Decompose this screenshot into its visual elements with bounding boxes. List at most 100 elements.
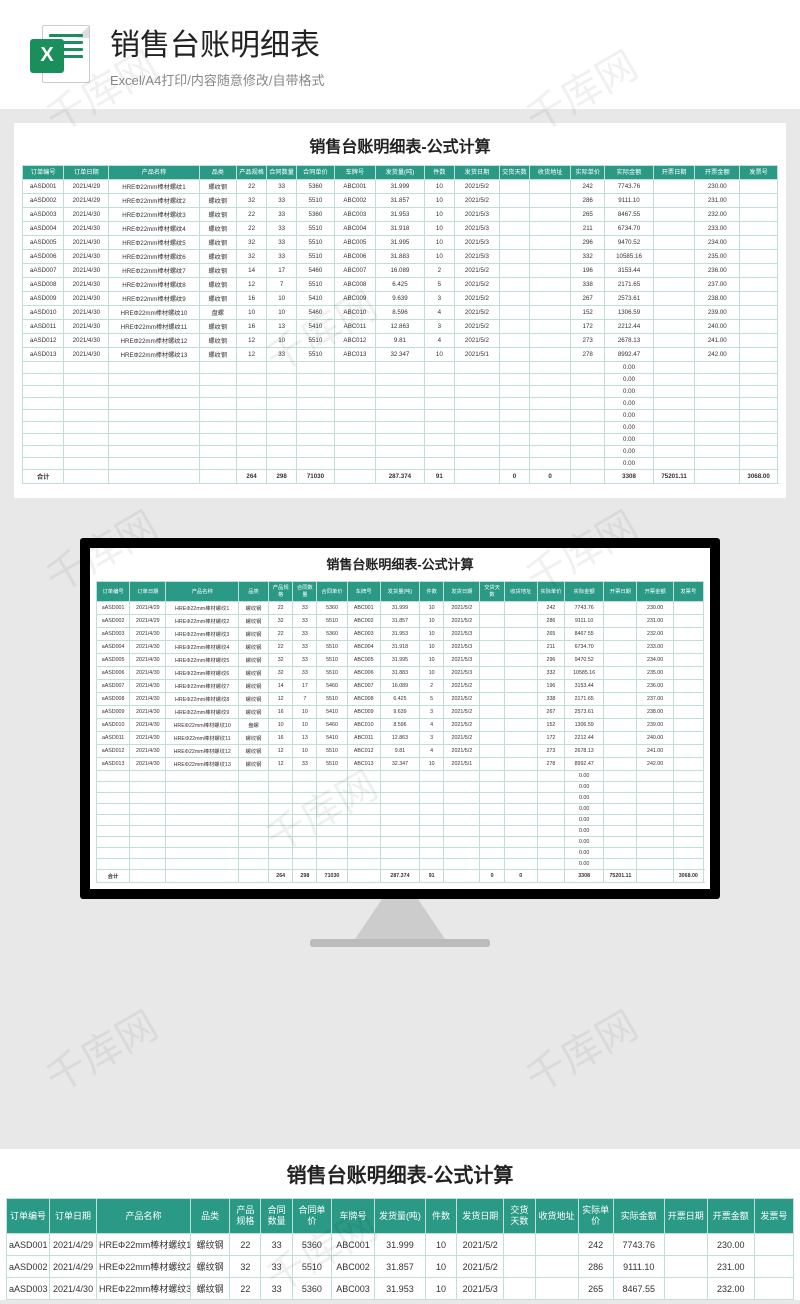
cell xyxy=(695,362,740,374)
cell: aASD009 xyxy=(23,292,64,306)
cell: 0.00 xyxy=(565,782,604,793)
totals-cell xyxy=(130,870,166,883)
cell: 螺纹钢 xyxy=(238,732,268,745)
cell xyxy=(740,374,778,386)
cell xyxy=(334,410,375,422)
cell xyxy=(97,771,130,782)
cell: HREΦ22mm棒材螺纹3 xyxy=(97,1278,191,1300)
column-header: 发票号 xyxy=(673,582,703,602)
cell xyxy=(454,446,499,458)
column-header: 合同数量 xyxy=(267,166,297,180)
cell xyxy=(199,446,237,458)
table-row-empty: 0.00 xyxy=(23,362,778,374)
cell xyxy=(480,654,504,667)
cell: aASD012 xyxy=(23,334,64,348)
cell: 286 xyxy=(578,1256,613,1278)
cell xyxy=(237,398,267,410)
cell: 16.089 xyxy=(380,680,419,693)
cell: aASD013 xyxy=(97,758,130,771)
cell: aASD006 xyxy=(23,250,64,264)
cell xyxy=(380,848,419,859)
cell xyxy=(571,446,605,458)
cell: 1306.59 xyxy=(565,719,604,732)
cell: ABC011 xyxy=(347,732,380,745)
cell xyxy=(571,410,605,422)
cell xyxy=(376,374,425,386)
column-header: 发票号 xyxy=(754,1199,793,1234)
cell: 2021/4/30 xyxy=(130,706,166,719)
cell xyxy=(530,208,571,222)
column-header: 实际金额 xyxy=(613,1199,664,1234)
column-header: 发货日期 xyxy=(454,166,499,180)
cell: 2021/5/3 xyxy=(444,641,480,654)
cell xyxy=(504,782,537,793)
cell xyxy=(740,278,778,292)
cell xyxy=(109,422,199,434)
cell xyxy=(380,837,419,848)
table-row: aASD0052021/4/30HREΦ22mm棒材螺纹5螺纹钢32335510… xyxy=(97,654,704,667)
cell: aASD011 xyxy=(23,320,64,334)
cell: 234.00 xyxy=(637,654,673,667)
cell xyxy=(673,815,703,826)
cell: 2021/5/2 xyxy=(457,1234,504,1256)
cell xyxy=(754,1256,793,1278)
cell: 2021/4/30 xyxy=(130,719,166,732)
cell: 2021/4/30 xyxy=(64,264,109,278)
cell: HREΦ22mm棒材螺纹3 xyxy=(166,628,238,641)
cell xyxy=(653,222,694,236)
cell xyxy=(130,837,166,848)
cell: 172 xyxy=(571,320,605,334)
table-row: aASD0092021/4/30HREΦ22mm棒材螺纹9螺纹钢16105410… xyxy=(97,706,704,719)
table-row: aASD0082021/4/30HREΦ22mm棒材螺纹8螺纹钢1275510A… xyxy=(97,693,704,706)
cell: 10 xyxy=(424,180,454,194)
cell xyxy=(499,278,529,292)
cell xyxy=(571,374,605,386)
cell xyxy=(380,793,419,804)
cell xyxy=(376,446,425,458)
cell xyxy=(604,719,637,732)
cell: 7 xyxy=(267,278,297,292)
cell: ABC013 xyxy=(347,758,380,771)
cell: 2212.44 xyxy=(565,732,604,745)
cell: aASD006 xyxy=(97,667,130,680)
totals-cell: 298 xyxy=(267,470,297,484)
cell: 3153.44 xyxy=(565,680,604,693)
cell: aASD011 xyxy=(97,732,130,745)
cell: 6.425 xyxy=(380,693,419,706)
cell: 22 xyxy=(230,1278,261,1300)
excel-badge: X xyxy=(30,39,64,73)
cell: 0.00 xyxy=(605,434,654,446)
cell xyxy=(166,771,238,782)
cell: 2021/4/30 xyxy=(130,680,166,693)
cell: aASD002 xyxy=(97,615,130,628)
cell: 232.00 xyxy=(707,1278,754,1300)
table-row-empty: 0.00 xyxy=(97,837,704,848)
cell: 螺纹钢 xyxy=(199,222,237,236)
cell xyxy=(424,362,454,374)
cell: 286 xyxy=(537,615,564,628)
cell xyxy=(199,410,237,422)
cell: aASD002 xyxy=(23,194,64,208)
cell xyxy=(571,386,605,398)
cell: 2021/5/2 xyxy=(454,334,499,348)
cell xyxy=(237,362,267,374)
cell: 2021/4/29 xyxy=(50,1256,97,1278)
totals-cell: 71030 xyxy=(297,470,335,484)
cell xyxy=(740,434,778,446)
cell: 242 xyxy=(578,1234,613,1256)
cell xyxy=(740,386,778,398)
cell xyxy=(673,680,703,693)
cell: 5510 xyxy=(317,654,347,667)
cell xyxy=(317,804,347,815)
cell: 0.00 xyxy=(605,398,654,410)
cell xyxy=(166,826,238,837)
cell xyxy=(97,826,130,837)
cell: 2021/4/30 xyxy=(64,334,109,348)
cell xyxy=(653,422,694,434)
cell xyxy=(664,1256,707,1278)
cell: 230.00 xyxy=(695,180,740,194)
cell xyxy=(480,602,504,615)
table-row: aASD0022021/4/29HREΦ22mm棒材螺纹2螺纹钢32335510… xyxy=(7,1256,794,1278)
sheet-preview-flat: 销售台账明细表-公式计算 订单编号订单日期产品名称品类产品规格合同数量合同单价车… xyxy=(14,123,786,498)
cell: 2021/5/2 xyxy=(444,719,480,732)
